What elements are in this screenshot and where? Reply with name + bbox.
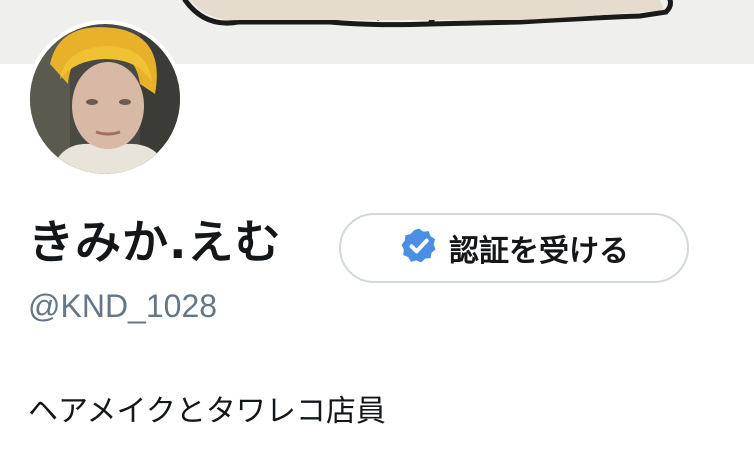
- display-name: きみか.えむ: [28, 215, 282, 269]
- verified-badge-icon: [399, 226, 439, 270]
- user-handle: @KND_1028: [28, 288, 218, 324]
- avatar-photo: [30, 24, 180, 174]
- profile-bio: ヘアメイクとタワレコ店員: [28, 394, 386, 429]
- get-verified-label: 認証を受ける: [449, 234, 629, 269]
- get-verified-button[interactable]: 認証を受ける: [339, 213, 689, 283]
- profile-avatar[interactable]: [26, 20, 184, 178]
